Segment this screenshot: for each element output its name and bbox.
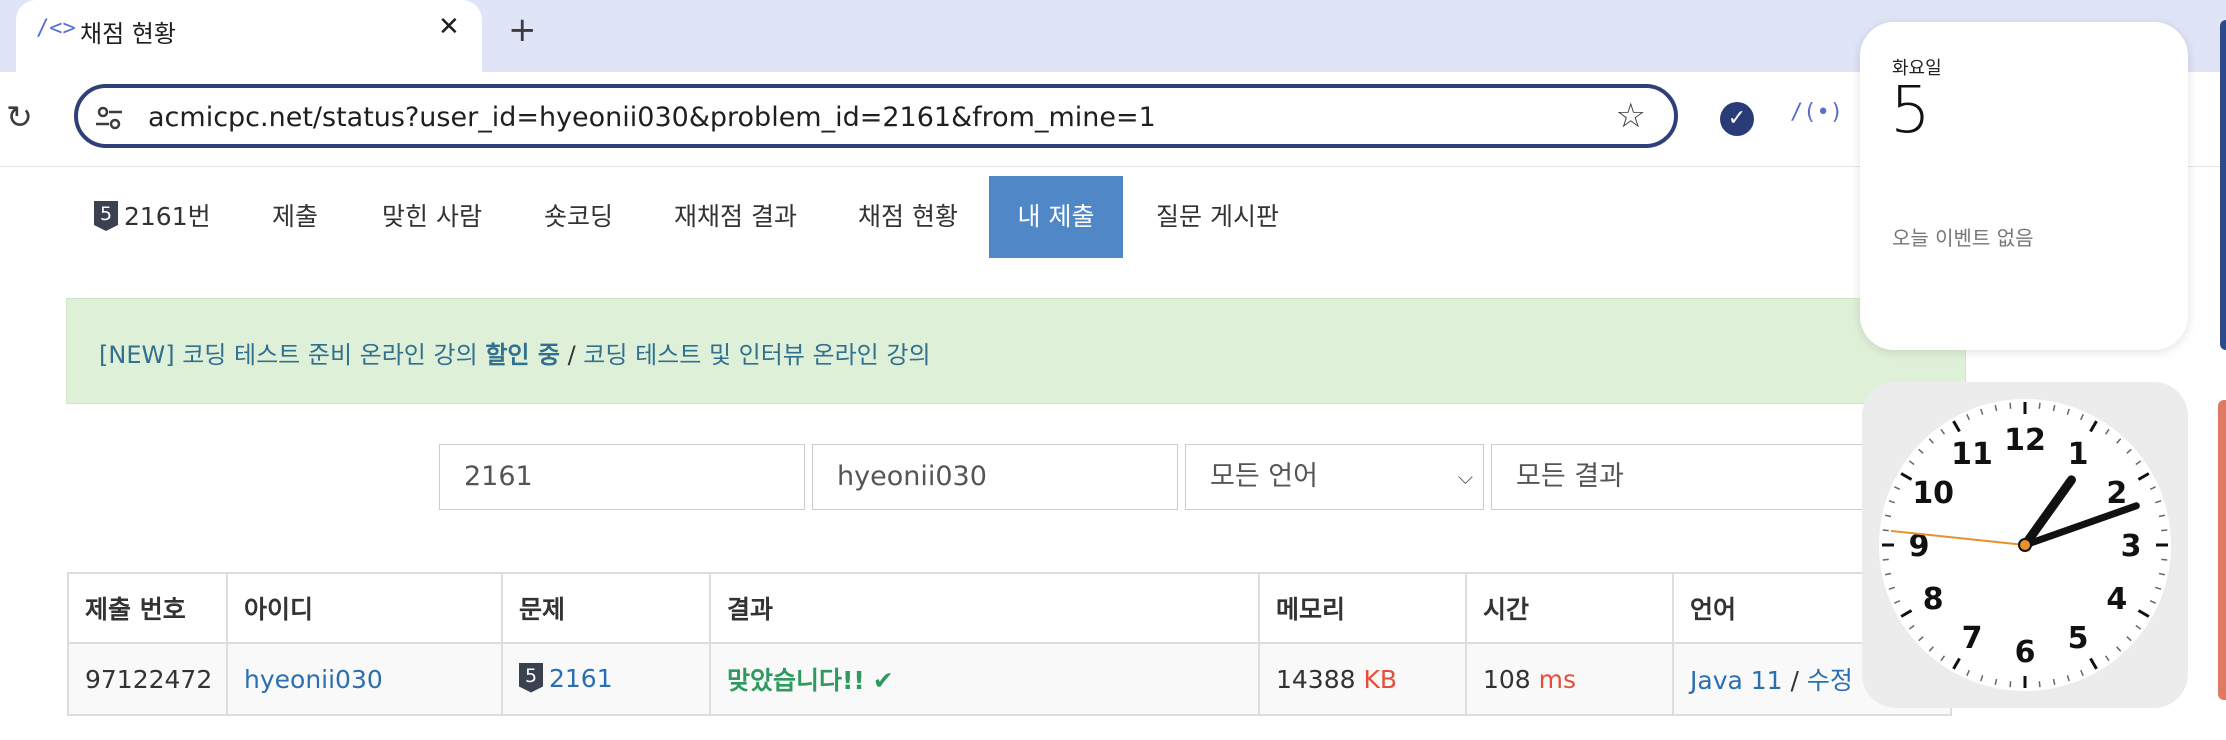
nav-my-submissions[interactable]: 내 제출 [989, 176, 1123, 258]
clock-tick [2038, 681, 2041, 688]
language-select[interactable]: 모든 언어 ⌵ [1185, 444, 1484, 510]
clock-number: 2 [2106, 476, 2127, 511]
result-select[interactable]: 모든 결과 [1491, 444, 1871, 510]
tab-title: 채점 현황 [80, 20, 176, 48]
clock-number: 3 [2121, 529, 2142, 564]
col-memory: 메모리 [1258, 572, 1467, 644]
language-separator: / [1782, 666, 1807, 695]
clock-tick [2009, 681, 2012, 688]
tab-favicon-icon: /<> [36, 16, 76, 41]
clock-tick [2161, 529, 2168, 532]
promo-banner: [NEW] 코딩 테스트 준비 온라인 강의 할인 중 / 코딩 테스트 및 인… [66, 298, 1966, 404]
analog-clock: 12 1234567891011 [1879, 399, 2171, 691]
clock-tick [2038, 402, 2041, 409]
browser-tab-active[interactable]: /<> 채점 현황 ✕ [16, 0, 482, 72]
time-unit: ms [1538, 664, 1577, 694]
new-tab-button[interactable]: + [508, 10, 537, 50]
col-result: 결과 [709, 572, 1260, 644]
close-tab-icon[interactable]: ✕ [438, 12, 460, 42]
clock-number: 12 [2004, 423, 2046, 458]
nav-submit[interactable]: 제출 [272, 176, 318, 258]
cell-user: hyeonii030 [226, 642, 503, 716]
reload-icon[interactable]: ↻ [6, 98, 33, 136]
checkmark-icon: ✔ [872, 666, 894, 695]
tier-badge-icon: 5 [519, 662, 543, 693]
clock-number: 10 [1912, 476, 1954, 511]
problem-link[interactable]: 2161 [549, 664, 613, 693]
tier-badge-icon: 5 [94, 201, 118, 231]
col-user: 아이디 [226, 572, 503, 644]
clock-number: 4 [2106, 582, 2127, 617]
nav-solvers[interactable]: 맞힌 사람 [382, 176, 482, 258]
user-id-input[interactable]: hyeonii030 [812, 444, 1178, 510]
banner-separator: / [559, 341, 584, 369]
table-header-row: 제출 번호 아이디 문제 결과 메모리 시간 언어 [67, 572, 1952, 644]
cell-submission-id: 97122472 [67, 642, 228, 716]
clock-number: 11 [1951, 437, 1993, 472]
background-window-edge [2220, 20, 2226, 350]
chevron-down-icon: ⌵ [1457, 465, 1473, 489]
clock-number: 8 [1923, 582, 1944, 617]
col-time: 시간 [1465, 572, 1674, 644]
bookmark-star-icon[interactable]: ☆ [1616, 96, 1646, 136]
nav-status[interactable]: 채점 현황 [858, 176, 958, 258]
clock-number: 6 [2015, 635, 2036, 670]
site-settings-icon[interactable] [94, 103, 124, 133]
language-select-value: 모든 언어 [1210, 461, 1318, 492]
clock-tick [1882, 558, 1889, 561]
nav-shortcoding[interactable]: 숏코딩 [544, 176, 613, 258]
extension-check-icon[interactable]: ✓ [1720, 102, 1754, 136]
status-table: 제출 번호 아이디 문제 결과 메모리 시간 언어 97122472 hyeon… [67, 572, 1952, 716]
problem-id-input[interactable]: 2161 [439, 444, 805, 510]
memory-unit: KB [1363, 664, 1398, 694]
memory-value: 14388 [1276, 664, 1356, 694]
cell-time: 108 ms [1465, 642, 1674, 716]
banner-link-lecture[interactable]: [NEW] 코딩 테스트 준비 온라인 강의 [99, 341, 478, 369]
clock-tick [1882, 529, 1889, 532]
clock-tick [2009, 402, 2012, 409]
clock-number: 5 [2068, 621, 2089, 656]
banner-link-interview[interactable]: 코딩 테스트 및 인터뷰 온라인 강의 [583, 341, 930, 369]
banner-sale[interactable]: 할인 중 [485, 341, 560, 369]
nav-board[interactable]: 질문 게시판 [1156, 176, 1279, 258]
calendar-events: 오늘 이벤트 없음 [1892, 226, 2034, 250]
clock-number: 7 [1962, 621, 1983, 656]
clock-center [2018, 538, 2032, 552]
extension-code-icon[interactable]: /(•) [1790, 100, 1843, 125]
user-link[interactable]: hyeonii030 [244, 665, 383, 694]
clock-tick [2161, 558, 2168, 561]
calendar-date: 5 [1890, 74, 1931, 148]
address-bar[interactable]: acmicpc.net/status?user_id=hyeonii030&pr… [74, 84, 1678, 148]
nav-problem-label: 2161번 [124, 202, 211, 231]
calendar-widget[interactable]: 화요일 5 오늘 이벤트 없음 [1860, 22, 2188, 350]
nav-rejudge[interactable]: 재채점 결과 [674, 176, 797, 258]
time-value: 108 [1483, 664, 1531, 694]
col-problem: 문제 [501, 572, 711, 644]
background-window-edge-red [2218, 400, 2226, 700]
cell-memory: 14388 KB [1258, 642, 1467, 716]
edit-link[interactable]: 수정 [1807, 666, 1853, 695]
language-link[interactable]: Java 11 [1690, 666, 1783, 695]
nav-problem[interactable]: 5 2161번 [94, 176, 211, 258]
clock-widget[interactable]: 12 1 2 3 4 5 6 7 8 9 10 11 [1862, 382, 2188, 708]
table-row: 97122472 hyeonii030 5 2161 맞았습니다!! ✔ 1438… [67, 642, 1952, 716]
cell-result: 맞았습니다!! ✔ [709, 642, 1260, 716]
result-accepted: 맞았습니다!! [727, 666, 865, 695]
clock-number: 1 [2068, 437, 2089, 472]
banner-text: [NEW] 코딩 테스트 준비 온라인 강의 할인 중 / 코딩 테스트 및 인… [99, 335, 931, 370]
cell-problem: 5 2161 [501, 642, 711, 716]
url-text[interactable]: acmicpc.net/status?user_id=hyeonii030&pr… [148, 102, 1156, 133]
col-submission-id: 제출 번호 [67, 572, 228, 644]
